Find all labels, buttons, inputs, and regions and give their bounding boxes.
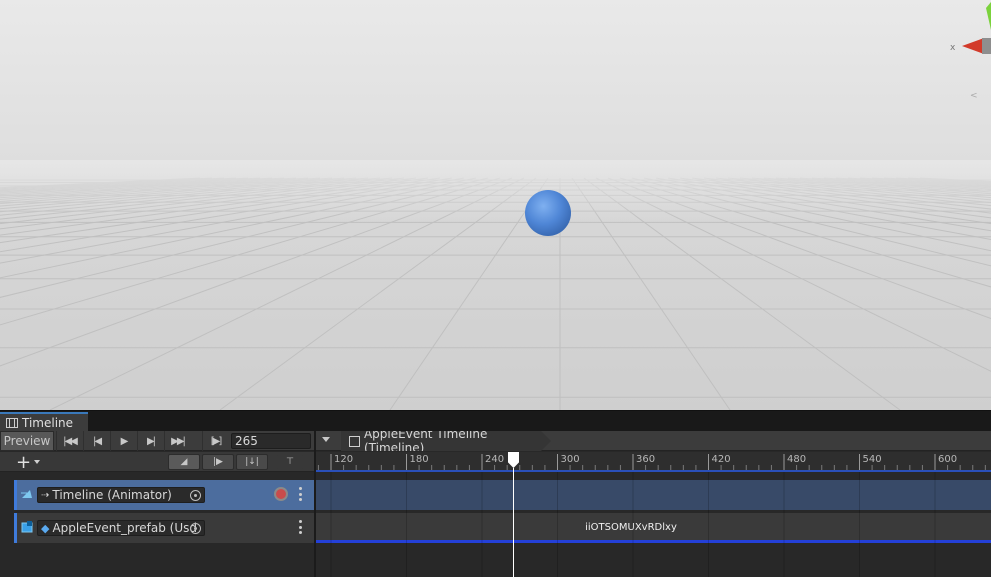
track-label: Timeline (Animator) [52,488,172,502]
scene-view[interactable]: x < [0,0,991,410]
binding-field-animator[interactable]: ⇢ Timeline (Animator) [37,487,205,503]
tab-timeline[interactable]: Timeline [0,412,88,432]
add-track-button[interactable]: + [16,452,50,473]
scene-gizmo[interactable]: x < [950,2,991,101]
play-range-icon[interactable]: [▶] [202,431,228,451]
clip-bar[interactable] [316,540,991,543]
skip-back-icon[interactable]: |◀◀ [56,431,82,451]
track-menu-icon[interactable] [298,487,302,501]
scene-grid: x < [0,2,991,410]
ruler-tick-label: 600 [938,454,957,465]
empty-track-area[interactable] [316,546,991,577]
ruler-tick-label: 240 [485,454,504,465]
track-header-toolbar: + ◢ |▶ |↓| ⊤ [0,452,314,473]
track-lane-animator[interactable] [316,480,991,510]
pin-icon[interactable]: ⊤ [276,454,304,470]
replace-mode-button[interactable]: |↓| [236,454,268,470]
frame-field[interactable]: 265 [231,433,311,449]
asset-name-label: AppleEvent Timeline (Timeline) [363,427,488,455]
tab-timeline-label: Timeline [22,416,74,430]
tab-bar: Timeline [0,410,991,432]
skip-forward-icon[interactable]: ▶▶| [164,431,190,451]
track-header-animator[interactable]: ⇢ Timeline (Animator) [14,480,314,510]
clip-edit-mode-button[interactable]: ◢ [168,454,200,470]
film-icon [6,418,18,428]
animation-track-icon [21,490,32,498]
breadcrumb[interactable]: AppleEvent Timeline (Timeline) [341,431,551,451]
gizmo-x-label: x [950,43,956,53]
ruler-tick-label: 360 [636,454,655,465]
ruler-tick-label: 120 [334,454,353,465]
ruler-tick-label: 180 [410,454,429,465]
timeline-window: Timeline Preview |◀◀ |◀ ▶ ▶| ▶▶| [▶] 265… [0,410,991,577]
track-lane-prefab[interactable]: iiOTSOMUXvRDlxy [316,513,991,543]
step-forward-icon[interactable]: ▶| [137,431,163,451]
ruler-ticks: 120 180 240 300 360 420 480 540 600 [316,454,991,472]
record-button[interactable] [274,487,288,501]
chevron-down-icon [34,460,41,464]
animator-icon: ⇢ [41,489,50,501]
prefab-track-icon [21,521,33,533]
timeline-dropdown-arrow[interactable] [322,437,330,442]
ripple-mode-button[interactable]: |▶ [202,454,234,470]
ruler-tick-label: 300 [561,454,580,465]
ruler-tick-label: 420 [712,454,731,465]
object-picker-icon[interactable] [190,523,201,534]
ruler-tick-label: 480 [787,454,806,465]
gizmo-persp-label: < [970,91,978,101]
time-ruler[interactable]: 120 180 240 300 360 420 480 540 600 [316,452,991,472]
sphere-object[interactable] [525,190,571,236]
track-menu-icon[interactable] [298,520,302,534]
track-header-prefab[interactable]: ◆ AppleEvent_prefab (Usd [14,513,314,543]
object-picker-icon[interactable] [190,490,201,501]
binding-field-prefab[interactable]: ◆ AppleEvent_prefab (Usd [37,520,205,536]
prefab-icon: ◆ [41,521,50,535]
clip-label: iiOTSOMUXvRDlxy [585,522,677,533]
cube-icon [349,435,360,447]
track-label: AppleEvent_prefab (Usd [52,521,198,535]
ruler-tick-label: 540 [863,454,882,465]
preview-button[interactable]: Preview [0,431,54,451]
playhead-line [513,468,514,577]
play-icon[interactable]: ▶ [110,431,136,451]
step-back-icon[interactable]: |◀ [83,431,109,451]
